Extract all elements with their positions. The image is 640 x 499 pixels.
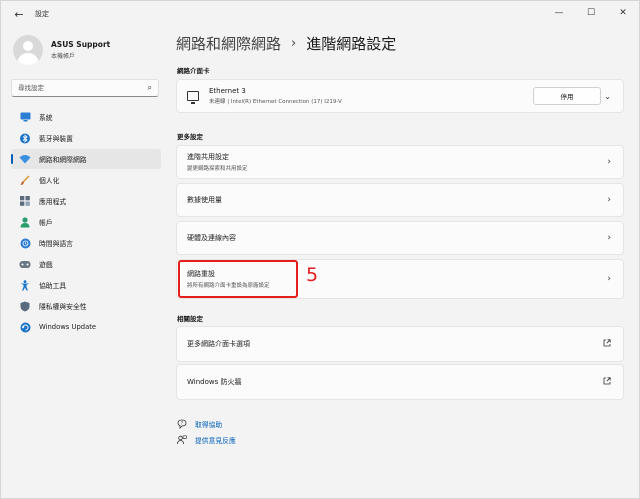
- sidebar-item-time-language[interactable]: 時間與語言: [11, 233, 161, 253]
- update-icon: [19, 321, 31, 333]
- arrow-left-icon: ←: [14, 7, 24, 21]
- sidebar-item-label: 隱私權與安全性: [39, 303, 87, 311]
- back-button[interactable]: ←: [7, 4, 31, 24]
- breadcrumb: 網路和網際網路 › 進階網路設定: [176, 33, 396, 54]
- section-label-adapters: 網路介面卡: [177, 67, 210, 75]
- sidebar-item-apps[interactable]: 應用程式: [11, 191, 161, 211]
- brush-icon: [19, 174, 31, 186]
- adapter-name: Ethernet 3: [209, 87, 246, 95]
- wifi-icon: [19, 153, 31, 165]
- search-input[interactable]: [12, 84, 140, 92]
- sidebar-item-accessibility[interactable]: 協助工具: [11, 275, 161, 295]
- breadcrumb-separator: ›: [291, 36, 297, 51]
- window-controls: — ☐ ✕: [543, 1, 639, 25]
- external-link-icon: [603, 339, 611, 349]
- ethernet-adapter-icon: [187, 91, 199, 104]
- chevron-right-icon: ›: [607, 274, 611, 284]
- sidebar-item-label: 系統: [39, 114, 53, 122]
- sidebar-item-label: 網路和網際網路: [39, 156, 87, 164]
- card-title: 更多網路介面卡選項: [187, 340, 250, 348]
- sidebar-item-label: 協助工具: [39, 282, 67, 290]
- section-label-related-settings: 相關設定: [177, 315, 203, 323]
- app-title: 設定: [35, 10, 49, 18]
- user-profile[interactable]: ASUS Support 本機帳戶: [13, 35, 110, 65]
- advanced-sharing-settings-card[interactable]: 進階共用設定 變更網路探索和共用設定 ›: [176, 145, 624, 179]
- close-button[interactable]: ✕: [607, 1, 639, 25]
- search-icon[interactable]: ⌕: [148, 83, 152, 93]
- adapter-description: 未連線 | Intel(R) Ethernet Connection (17) …: [209, 99, 342, 105]
- get-help-link[interactable]: ? 取得協助: [177, 419, 222, 429]
- settings-window: ← 設定 — ☐ ✕ ASUS Support 本機帳戶 ⌕ 系統: [0, 0, 640, 499]
- card-subtitle: 變更網路探索和共用設定: [187, 166, 248, 172]
- chevron-right-icon: ›: [607, 157, 611, 167]
- card-title: 數據使用量: [187, 196, 222, 204]
- card-title: 進階共用設定: [187, 153, 229, 161]
- chevron-right-icon: ›: [607, 195, 611, 205]
- title-bar: ← 設定 — ☐ ✕: [1, 1, 639, 27]
- card-title: Windows 防火牆: [187, 378, 242, 386]
- help-icon: ?: [177, 419, 187, 429]
- adapter-card[interactable]: Ethernet 3 未連線 | Intel(R) Ethernet Conne…: [176, 79, 624, 113]
- accessibility-icon: [19, 279, 31, 291]
- feedback-label: 提供意見反應: [195, 437, 236, 445]
- sidebar-item-network[interactable]: 網路和網際網路: [11, 149, 161, 169]
- maximize-button[interactable]: ☐: [575, 1, 607, 25]
- sidebar-item-label: Windows Update: [39, 323, 97, 331]
- hardware-connection-properties-card[interactable]: 硬體及連線內容 ›: [176, 221, 624, 255]
- section-label-more-settings: 更多設定: [177, 133, 203, 141]
- sidebar-item-windows-update[interactable]: Windows Update: [11, 317, 161, 337]
- sidebar-item-label: 個人化: [39, 177, 60, 185]
- step-number: 5: [306, 264, 319, 286]
- sidebar-item-label: 應用程式: [39, 198, 67, 206]
- card-title: 硬體及連線內容: [187, 234, 236, 242]
- person-icon: [19, 216, 31, 228]
- windows-firewall-card[interactable]: Windows 防火牆: [176, 364, 624, 400]
- bluetooth-icon: [19, 132, 31, 144]
- gamepad-icon: [19, 258, 31, 270]
- sidebar-nav: 系統 藍牙與裝置 網路和網際網路 個人化 應用程式 帳戶 時間與語言 遊戲 協助…: [11, 107, 161, 338]
- monitor-icon: [19, 111, 31, 123]
- apps-icon: [19, 195, 31, 207]
- sidebar-item-label: 時間與語言: [39, 240, 73, 248]
- sidebar-item-accounts[interactable]: 帳戶: [11, 212, 161, 232]
- sidebar-item-label: 帳戶: [39, 219, 53, 227]
- sidebar-item-bluetooth[interactable]: 藍牙與裝置: [11, 128, 161, 148]
- sidebar-item-system[interactable]: 系統: [11, 107, 161, 127]
- page-title: 進階網路設定: [306, 35, 397, 53]
- sidebar-item-label: 藍牙與裝置: [39, 135, 73, 143]
- breadcrumb-parent[interactable]: 網路和網際網路: [176, 33, 281, 54]
- user-name: ASUS Support: [51, 40, 111, 49]
- minimize-button[interactable]: —: [543, 1, 575, 25]
- sidebar-item-personalization[interactable]: 個人化: [11, 170, 161, 190]
- globe-clock-icon: [19, 237, 31, 249]
- data-usage-card[interactable]: 數據使用量 ›: [176, 183, 624, 217]
- disable-adapter-button[interactable]: 停用: [533, 87, 601, 105]
- account-type: 本機帳戶: [51, 53, 76, 60]
- feedback-icon: [177, 435, 187, 445]
- sidebar-item-privacy[interactable]: 隱私權與安全性: [11, 296, 161, 316]
- highlight-box: [178, 260, 298, 298]
- sidebar-item-gaming[interactable]: 遊戲: [11, 254, 161, 274]
- sidebar-item-label: 遊戲: [39, 261, 53, 269]
- give-feedback-link[interactable]: 提供意見反應: [177, 435, 236, 445]
- search-box: ⌕: [11, 79, 159, 97]
- shield-icon: [19, 300, 31, 312]
- avatar: [13, 35, 43, 65]
- chevron-down-icon[interactable]: ⌄: [604, 92, 611, 101]
- get-help-label: 取得協助: [195, 421, 223, 429]
- more-adapter-options-card[interactable]: 更多網路介面卡選項: [176, 326, 624, 362]
- chevron-right-icon: ›: [607, 233, 611, 243]
- external-link-icon: [603, 377, 611, 387]
